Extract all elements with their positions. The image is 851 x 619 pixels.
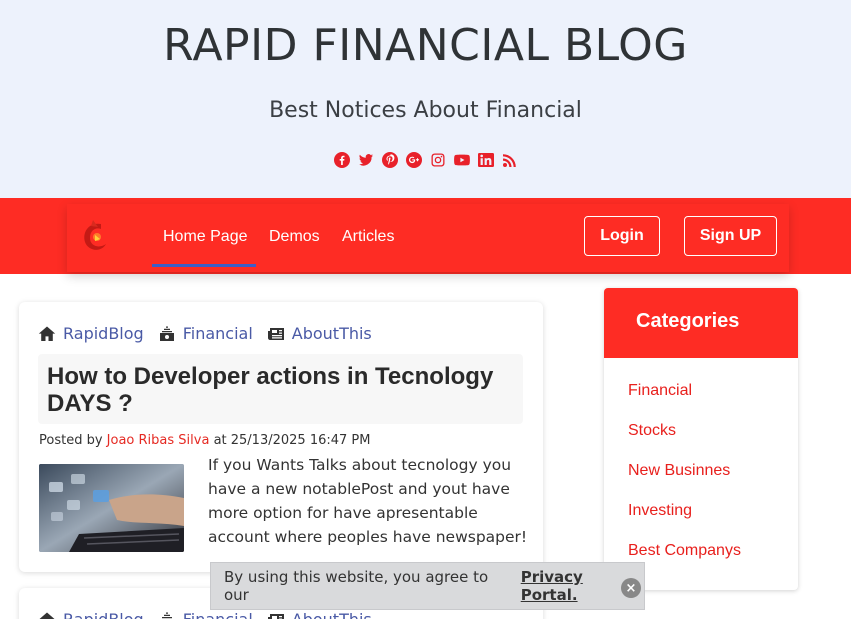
post-timestamp: at 25/13/2025 16:47 PM	[213, 433, 371, 448]
site-logo[interactable]	[79, 218, 109, 254]
category-item-new-businnes[interactable]: New Businnes	[628, 462, 798, 502]
cash-icon	[158, 611, 176, 619]
categories-sidebar: Categories Financial Stocks New Businnes…	[604, 288, 798, 590]
login-button[interactable]: Login	[584, 216, 660, 256]
nav-home-page[interactable]: Home Page	[163, 228, 248, 246]
signup-button[interactable]: Sign UP	[684, 216, 777, 256]
category-link-aboutthis[interactable]: AboutThis	[292, 610, 372, 619]
instagram-icon[interactable]	[430, 152, 446, 168]
category-item-best-companys[interactable]: Best Companys	[628, 542, 798, 582]
pinterest-icon[interactable]	[381, 152, 398, 168]
category-link-financial[interactable]: Financial	[183, 324, 253, 343]
linkedin-icon[interactable]	[477, 152, 494, 168]
category-link-rapidblog[interactable]: RapidBlog	[63, 610, 144, 619]
category-link-financial[interactable]: Financial	[183, 610, 253, 619]
navbar-container: Home Page Demos Articles Login Sign UP	[67, 204, 789, 272]
nav-articles[interactable]: Articles	[342, 228, 394, 246]
category-link-aboutthis[interactable]: AboutThis	[292, 324, 372, 343]
category-item-stocks[interactable]: Stocks	[628, 422, 798, 462]
nav-demos[interactable]: Demos	[269, 228, 320, 246]
category-link-rapidblog[interactable]: RapidBlog	[63, 324, 144, 343]
site-subtitle: Best Notices About Financial	[269, 98, 582, 123]
close-icon[interactable]: ×	[621, 578, 641, 598]
posted-by-prefix: Posted by	[39, 433, 103, 448]
category-item-investing[interactable]: Investing	[628, 502, 798, 542]
newspaper-icon	[267, 325, 285, 343]
cash-icon	[158, 325, 176, 343]
twitter-icon[interactable]	[358, 152, 374, 168]
cookie-banner: By using this website, you agree to our …	[210, 562, 645, 610]
main-navbar: Home Page Demos Articles Login Sign UP	[0, 198, 851, 274]
sidebar-title: Categories	[604, 288, 798, 358]
home-icon	[38, 325, 56, 343]
home-icon	[38, 611, 56, 619]
post-card: RapidBlog Financial AboutThis How to Dev…	[19, 302, 543, 572]
rss-icon[interactable]	[502, 152, 518, 168]
post-excerpt: If you Wants Talks about tecnology you h…	[208, 456, 528, 546]
active-nav-indicator	[152, 264, 256, 267]
google-plus-icon[interactable]	[405, 152, 422, 168]
post-categories: RapidBlog Financial AboutThis	[38, 324, 386, 343]
post-title-box: How to Developer actions in Tecnology DA…	[38, 354, 523, 424]
post-thumbnail[interactable]	[39, 464, 184, 552]
category-item-financial[interactable]: Financial	[628, 382, 798, 422]
facebook-icon[interactable]	[333, 152, 350, 168]
post-categories: RapidBlog Financial AboutThis	[38, 610, 386, 619]
cookie-text: By using this website, you agree to our	[224, 568, 489, 604]
site-title: RAPID FINANCIAL BLOG	[163, 20, 688, 71]
post-author-link[interactable]: Joao Ribas Silva	[107, 433, 210, 448]
youtube-icon[interactable]	[453, 152, 470, 168]
post-title[interactable]: How to Developer actions in Tecnology DA…	[47, 363, 517, 417]
site-header: RAPID FINANCIAL BLOG Best Notices About …	[0, 0, 851, 198]
newspaper-icon	[267, 611, 285, 619]
post-byline: Posted by Joao Ribas Silva at 25/13/2025…	[39, 433, 370, 448]
social-links	[0, 152, 851, 168]
category-list: Financial Stocks New Businnes Investing …	[604, 358, 798, 582]
